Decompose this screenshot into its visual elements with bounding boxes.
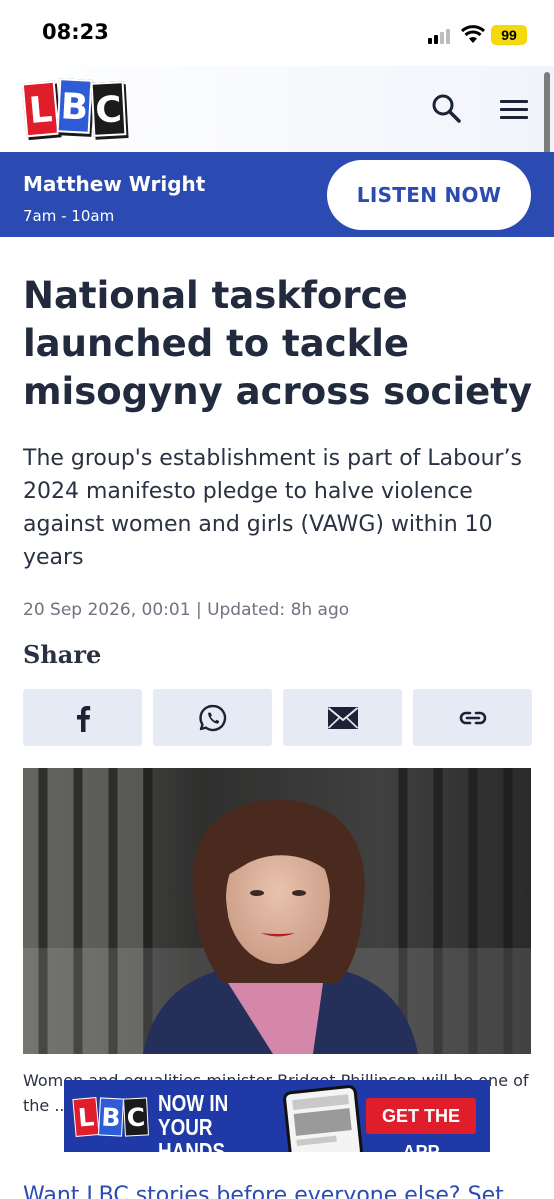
search-icon[interactable] (430, 92, 464, 126)
share-facebook-button[interactable] (23, 689, 142, 746)
show-time: 7am - 10am (23, 207, 115, 225)
newsletter-promo-link[interactable]: Want LBC stories before everyone else? S… (23, 1183, 543, 1199)
lbc-logo[interactable]: L B C (21, 78, 130, 142)
menu-icon[interactable] (498, 94, 530, 124)
phone-mockup-icon (282, 1084, 364, 1152)
whatsapp-icon (198, 704, 226, 731)
banner-tagline-line2: YOUR HANDS. (158, 1114, 231, 1152)
battery-icon: 99 (491, 25, 527, 45)
share-whatsapp-button[interactable] (153, 689, 272, 746)
status-bar: 08:23 99 (0, 0, 554, 66)
share-heading: Share (23, 640, 102, 669)
get-the-app-button[interactable]: GET THE APP (366, 1098, 476, 1152)
banner-tagline: NOW IN YOUR HANDS. (158, 1091, 265, 1152)
article-hero-image (23, 768, 531, 1054)
listen-now-button[interactable]: LISTEN NOW (327, 160, 531, 230)
get-app-banner[interactable]: L B C NOW IN YOUR HANDS. GET THE APP (64, 1080, 490, 1152)
presenter-name: Matthew Wright (23, 172, 206, 196)
share-email-button[interactable] (283, 689, 402, 746)
article-dateline: 20 Sep 2026, 00:01 | Updated: 8h ago (23, 600, 350, 620)
article-headline: National taskforce launched to tackle mi… (23, 274, 533, 413)
status-time: 08:23 (42, 20, 109, 44)
facebook-icon (76, 705, 90, 732)
banner-tagline-line1: NOW IN (158, 1090, 229, 1116)
banner-logo-letter-b: B (98, 1097, 124, 1137)
signal-icon (428, 28, 454, 44)
logo-letter-c: C (90, 81, 127, 137)
banner-logo-letter-c: C (123, 1097, 149, 1137)
logo-letter-b: B (56, 78, 93, 134)
live-show-bar: Matthew Wright 7am - 10am LISTEN NOW (0, 152, 554, 237)
share-copy-link-button[interactable] (413, 689, 532, 746)
wifi-icon (460, 25, 486, 43)
banner-logo-letter-l: L (72, 1097, 100, 1137)
logo-letter-l: L (21, 80, 60, 138)
site-header: L B C (0, 66, 554, 152)
link-icon (459, 711, 486, 724)
banner-lbc-logo: L B C (72, 1092, 152, 1140)
mail-icon (327, 706, 358, 729)
article-standfirst: The group's establishment is part of Lab… (23, 446, 523, 570)
